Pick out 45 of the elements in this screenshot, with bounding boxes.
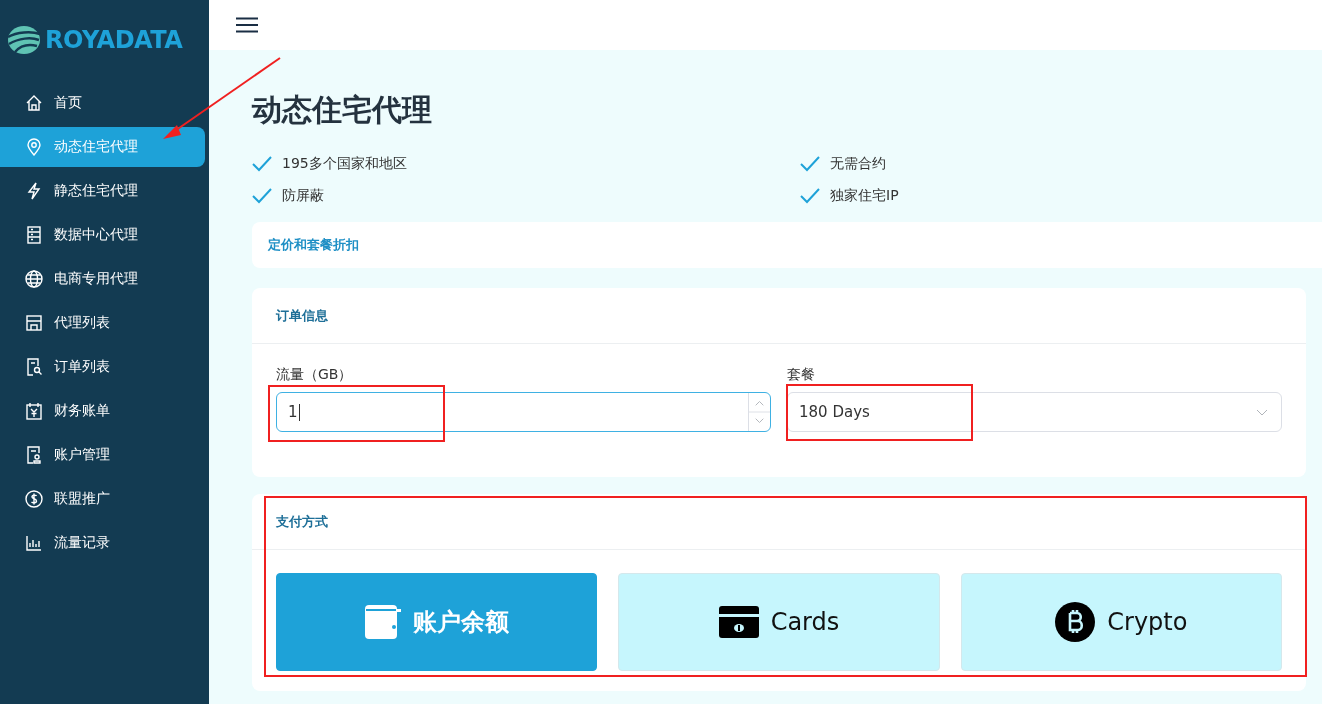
feature-text: 195多个国家和地区: [282, 155, 407, 173]
bitcoin-icon: [1055, 602, 1096, 642]
field-label: 流量（GB）: [276, 366, 353, 382]
dollar-circle-icon: [24, 489, 44, 509]
calendar-yen-icon: [24, 401, 44, 421]
feature-text: 防屏蔽: [282, 187, 324, 205]
server-icon: [24, 225, 44, 245]
feature-text: 无需合约: [830, 155, 886, 173]
sidebar-item[interactable]: 电商专用代理: [0, 259, 205, 299]
home-icon: [24, 93, 44, 113]
page-title: 动态住宅代理: [252, 91, 433, 129]
document-user-icon: [24, 445, 44, 465]
traffic-input[interactable]: 1: [276, 392, 771, 432]
sidebar-item[interactable]: 联盟推广: [0, 479, 205, 519]
feature-text: 独家住宅IP: [830, 187, 899, 205]
sidebar-item[interactable]: 首页: [0, 83, 205, 123]
sidebar-item[interactable]: 静态住宅代理: [0, 171, 205, 211]
payment-method-button[interactable]: Cards: [618, 573, 940, 671]
sidebar-item[interactable]: 代理列表: [0, 303, 205, 343]
logo-icon: [7, 25, 41, 55]
credit-card-icon: [718, 606, 759, 638]
check-icon: [252, 186, 272, 206]
field-label: 套餐: [787, 366, 815, 382]
card-title: 支付方式: [276, 512, 328, 531]
sidebar-item[interactable]: 订单列表: [0, 347, 205, 387]
check-icon: [800, 186, 820, 206]
wallet-icon: [364, 605, 401, 639]
check-icon: [800, 154, 820, 174]
check-icon: [252, 154, 272, 174]
sidebar-item[interactable]: 数据中心代理: [0, 215, 205, 255]
payment-method-button[interactable]: Crypto: [960, 573, 1282, 671]
menu-icon[interactable]: [236, 17, 258, 33]
package-select[interactable]: 180 Days: [787, 392, 1282, 432]
store-icon: [24, 313, 44, 333]
sidebar-item[interactable]: 流量记录: [0, 523, 205, 563]
location-pin-icon: [24, 137, 44, 157]
sidebar-item[interactable]: 财务账单: [0, 391, 205, 431]
document-search-icon: [24, 357, 44, 377]
globe-icon: [24, 269, 44, 289]
pricing-link[interactable]: 定价和套餐折扣: [268, 236, 359, 254]
card-title: 订单信息: [276, 306, 328, 325]
brand-name: ROYADATA: [45, 26, 183, 54]
bar-chart-icon: [24, 533, 44, 553]
sidebar-item[interactable]: 账户管理: [0, 435, 205, 475]
text-cursor: [298, 403, 300, 421]
